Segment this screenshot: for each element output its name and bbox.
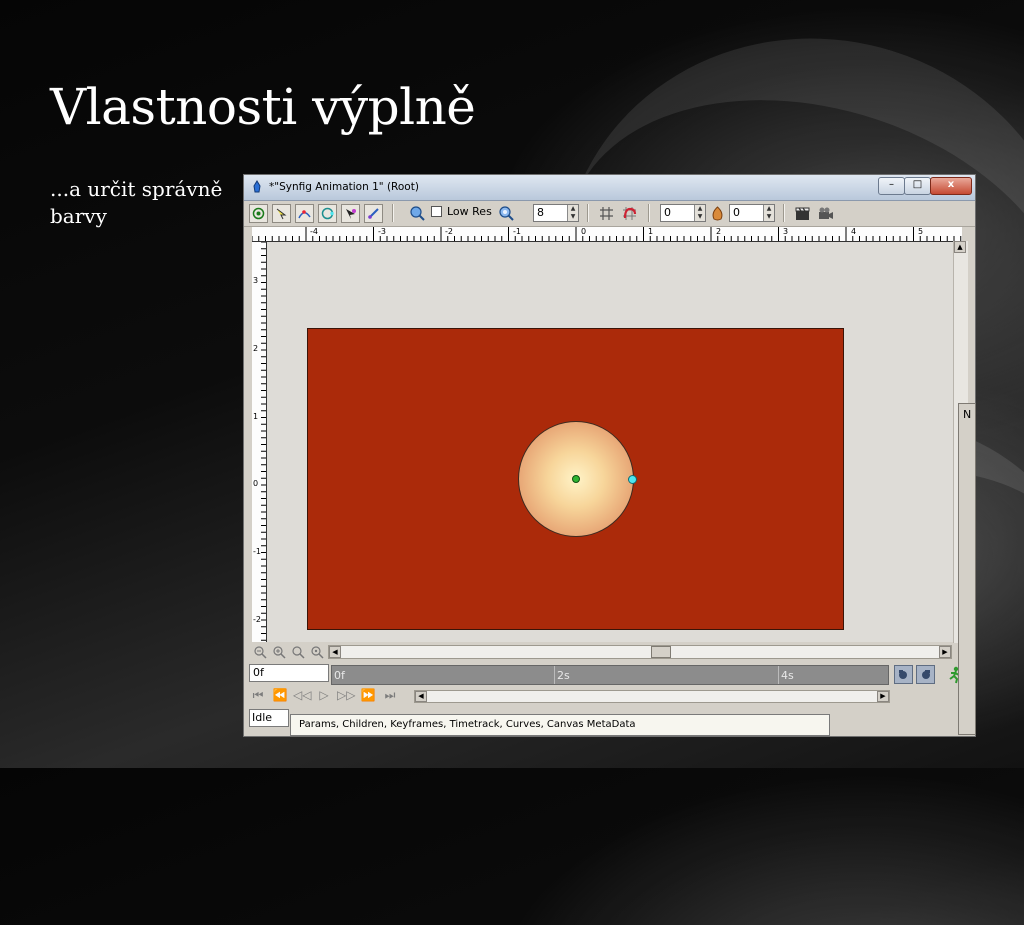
radius-ducks-icon[interactable] (318, 204, 337, 223)
status-field: Idle (249, 709, 289, 727)
vertical-ruler-ticks (261, 242, 266, 641)
side-panel-edge[interactable]: N (958, 403, 976, 735)
maximize-button[interactable]: □ (904, 177, 931, 195)
ruler-label: 0 (581, 227, 587, 236)
window-title: *"Synfig Animation 1" (Root) (269, 181, 419, 193)
seek-previous-frame-icon[interactable]: ◁◁ (293, 687, 311, 703)
next-keyframe-icon[interactable]: ⏩ (359, 687, 377, 703)
grid-icon[interactable] (598, 205, 615, 222)
seek-next-frame-icon[interactable]: ▷▷ (337, 687, 355, 703)
minimize-button[interactable]: – (878, 177, 905, 195)
seek-end-icon[interactable]: ⏭ (381, 687, 399, 703)
ruler-label: -2 (253, 615, 261, 624)
slide-title: Vlastnosti výplně (50, 78, 476, 136)
zoom-100-icon[interactable] (311, 646, 324, 659)
render-preview-icon[interactable] (409, 205, 426, 222)
tangent-ducks-icon[interactable] (341, 204, 360, 223)
zoom-in-icon[interactable] (273, 646, 286, 659)
close-button[interactable]: x (930, 177, 972, 195)
toolbar-separator (783, 204, 785, 222)
time-slider[interactable]: 0f 2s 4s (331, 665, 889, 685)
canvas-rectangle-layer[interactable] (307, 328, 844, 630)
previous-keyframe-icon[interactable]: ⏪ (271, 687, 289, 703)
toolbar-separator (392, 204, 394, 222)
ruler-label: 4 (851, 227, 857, 236)
low-res-checkbox[interactable] (431, 206, 442, 217)
origin-duck-handle[interactable] (572, 475, 580, 483)
panel-tabs-tooltip: Params, Children, Keyframes, Timetrack, … (290, 714, 830, 736)
onion-skin-icon[interactable] (709, 205, 726, 222)
animation-mode-icon[interactable] (894, 665, 913, 684)
ruler-label: 0 (253, 479, 259, 488)
side-panel-label: N (963, 408, 972, 421)
ruler-label: -1 (513, 227, 521, 236)
current-frame-field[interactable]: 0f (249, 664, 329, 682)
ruler-label: -4 (310, 227, 318, 236)
window-titlebar[interactable]: *"Synfig Animation 1" (Root) – □ x (244, 175, 975, 201)
canvas-toolbar: Low Res 8 ▲ ▼ 0 ▲ ▼ 0 ▲ ▼ (244, 201, 975, 227)
ruler-label: 2 (253, 344, 259, 353)
ruler-label: 1 (253, 412, 259, 421)
horizontal-scrollbar[interactable]: ◀ ▶ (328, 645, 952, 659)
vertical-ruler: 3 2 1 0 -1 -2 (252, 242, 267, 642)
time-label: 2s (557, 669, 570, 682)
width-ducks-icon[interactable] (364, 204, 383, 223)
onion-past-spinbox[interactable]: 0 ▲ ▼ (660, 204, 706, 222)
time-marker (778, 666, 779, 684)
low-res-label: Low Res (447, 205, 492, 218)
time-scrollbar[interactable]: ◀ ▶ (414, 690, 890, 703)
ruler-label: 2 (716, 227, 722, 236)
time-marker (554, 666, 555, 684)
position-ducks-icon[interactable] (272, 204, 291, 223)
toolbar-separator (648, 204, 650, 222)
time-label: 0f (334, 669, 345, 682)
quality-spinbox[interactable]: 8 ▲ ▼ (533, 204, 579, 222)
ruler-label: -2 (445, 227, 453, 236)
ruler-label: -3 (378, 227, 386, 236)
scroll-right-icon[interactable]: ▶ (877, 691, 889, 702)
spin-arrows-icon[interactable]: ▲ ▼ (694, 205, 705, 221)
radius-duck-handle[interactable] (628, 475, 637, 484)
seek-begin-icon[interactable]: ⏮ (249, 687, 267, 703)
slide-body-text: ...a určit správně barvy (50, 177, 223, 228)
refresh-icon[interactable] (498, 205, 515, 222)
scroll-up-icon[interactable]: ▲ (954, 241, 966, 253)
scroll-left-icon[interactable]: ◀ (329, 646, 341, 658)
synfig-canvas-window: *"Synfig Animation 1" (Root) – □ x Low R… (243, 174, 976, 737)
play-icon[interactable]: ▷ (315, 687, 333, 703)
zoom-out-icon[interactable] (254, 646, 267, 659)
scroll-left-icon[interactable]: ◀ (415, 691, 427, 702)
ruler-label: 3 (253, 276, 259, 285)
quality-value: 8 (537, 206, 544, 219)
zoom-fit-icon[interactable] (292, 646, 305, 659)
scroll-right-icon[interactable]: ▶ (939, 646, 951, 658)
render-camera-icon[interactable] (817, 205, 834, 222)
onion-future-value: 0 (733, 206, 740, 219)
time-label: 4s (781, 669, 794, 682)
ruler-label: -1 (253, 547, 261, 556)
spin-arrows-icon[interactable]: ▲ ▼ (763, 205, 774, 221)
spin-arrows-icon[interactable]: ▲ ▼ (567, 205, 578, 221)
snap-grid-icon[interactable] (621, 205, 638, 222)
ruler-label: 5 (918, 227, 924, 236)
ruler-label: 1 (648, 227, 654, 236)
horizontal-ruler: -4 -3 -2 -1 0 1 2 3 4 5 (252, 227, 962, 242)
ruler-label: 3 (783, 227, 789, 236)
onion-past-value: 0 (664, 206, 671, 219)
synfig-app-icon (253, 180, 261, 193)
clapperboard-icon[interactable] (794, 205, 811, 222)
canvas-workarea[interactable] (267, 242, 961, 642)
toggle-ducks-icon[interactable] (249, 204, 268, 223)
horizontal-scroll-thumb[interactable] (651, 646, 671, 658)
toolbar-separator (587, 204, 589, 222)
keyframe-lock-icon[interactable] (916, 665, 935, 684)
vertex-ducks-icon[interactable] (295, 204, 314, 223)
onion-future-spinbox[interactable]: 0 ▲ ▼ (729, 204, 775, 222)
